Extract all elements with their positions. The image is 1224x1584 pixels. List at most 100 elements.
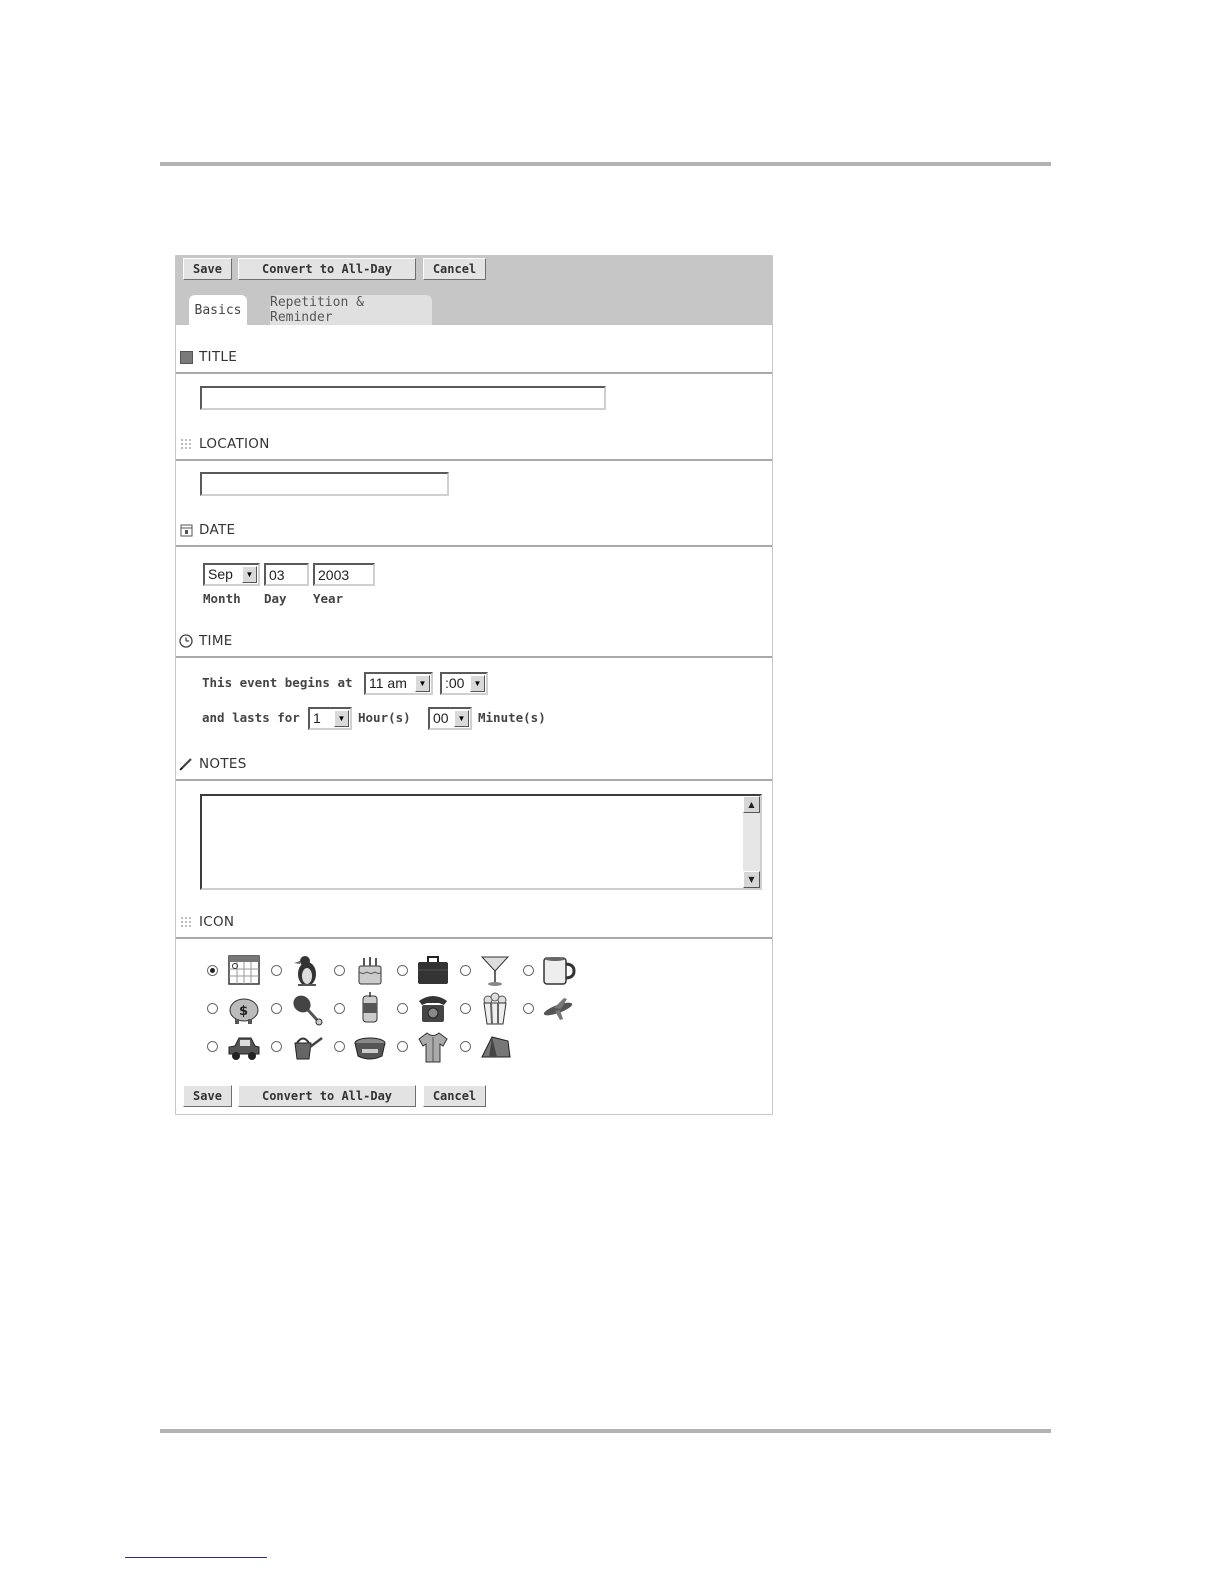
svg-text:$: $ [239,1004,248,1019]
begin-hour-select[interactable]: 11 am ▼ [364,672,433,695]
drumstick-icon [293,995,323,1026]
icon-radio-piggy-bank[interactable] [207,1003,218,1014]
shirt-icon [418,1032,448,1063]
icon-radio-cake[interactable] [334,965,345,976]
coffee-mug-icon [543,957,576,985]
title-square-icon [179,350,193,364]
icon-radio-car[interactable] [207,1041,218,1052]
airplane-icon [543,998,573,1020]
location-input[interactable] [200,472,449,496]
notes-heading-text: NOTES [199,756,247,772]
duration-hours-value: 1 [313,710,321,726]
page-top-rule [160,162,1051,166]
penguin-icon [294,956,316,986]
soda-can-icon [362,992,378,1023]
icon-radio-drumstick[interactable] [271,1003,282,1014]
year-input[interactable] [313,563,375,586]
icon-radio-mug[interactable] [523,965,534,976]
icon-radio-calendar[interactable] [207,965,218,976]
icon-radio-telephone[interactable] [397,1003,408,1014]
watering-can-icon [294,1037,323,1060]
toolbar: Save Convert to All-Day Cancel Basics Re… [176,256,772,325]
page-bottom-rule [160,1429,1051,1433]
footer-link-underline [125,1557,267,1558]
location-section-heading: LOCATION [179,433,270,455]
duration-hours-select[interactable]: 1 ▼ [308,707,352,730]
convert-to-all-day-button[interactable]: Convert to All-Day [238,258,416,280]
year-label: Year [313,591,344,606]
icon-heading-text: ICON [199,914,235,930]
telephone-icon [419,996,447,1022]
icon-radio-shirt[interactable] [397,1041,408,1052]
begins-at-label: This event begins at [202,675,353,690]
begin-hour-dropdown-arrow-icon[interactable]: ▼ [415,675,430,692]
duration-minutes-dropdown-arrow-icon[interactable]: ▼ [454,710,469,727]
location-heading-text: LOCATION [199,436,270,452]
bottom-convert-to-all-day-button[interactable]: Convert to All-Day [238,1085,416,1107]
pet-bowl-icon [354,1037,386,1060]
icon-section-heading: ICON [179,911,234,933]
duration-hours-dropdown-arrow-icon[interactable]: ▼ [334,710,349,727]
hours-label: Hour(s) [358,710,411,725]
duration-minutes-value: 00 [433,710,449,726]
car-icon [228,1037,260,1060]
martini-icon [480,956,510,986]
notes-textarea[interactable]: ▲ ▼ [200,794,762,890]
tab-repetition-reminder[interactable]: Repetition & Reminder [270,295,432,325]
date-section-heading: DATE [179,519,235,541]
cancel-button[interactable]: Cancel [423,258,486,280]
popcorn-icon [483,992,507,1025]
title-divider [176,372,772,374]
title-input[interactable] [200,386,606,410]
clock-icon [179,634,193,648]
piggy-bank-icon: $ [229,998,259,1024]
date-divider [176,545,772,547]
bottom-save-button[interactable]: Save [183,1085,232,1107]
icon-divider [176,937,772,939]
icon-radio-penguin[interactable] [271,965,282,976]
lasts-for-label: and lasts for [202,710,300,725]
icon-radio-pet-bowl[interactable] [334,1041,345,1052]
save-button[interactable]: Save [183,258,232,280]
day-input[interactable] [264,563,309,586]
begin-minute-dropdown-arrow-icon[interactable]: ▼ [470,675,485,692]
icon-radio-popcorn[interactable] [460,1003,471,1014]
title-section-heading: TITLE [179,346,237,368]
location-grip-icon [179,437,193,451]
date-calendar-icon [179,523,193,537]
day-label: Day [264,591,287,606]
icon-radio-martini[interactable] [460,965,471,976]
calendar-icon [228,955,260,985]
notes-section-heading: NOTES [179,753,247,775]
notes-divider [176,779,772,781]
time-section-heading: TIME [179,630,233,652]
duration-minutes-select[interactable]: 00 ▼ [428,707,472,730]
icon-radio-airplane[interactable] [523,1003,534,1014]
birthday-cake-icon [358,957,382,985]
event-editor: Save Convert to All-Day Cancel Basics Re… [175,255,773,1115]
month-label: Month [203,591,241,606]
tent-icon [481,1036,511,1058]
pencil-icon [179,757,193,771]
icon-radio-soda-can[interactable] [334,1003,345,1014]
scroll-down-arrow-icon[interactable]: ▼ [743,871,760,888]
icon-radio-briefcase[interactable] [397,965,408,976]
icon-grip-icon [179,915,193,929]
begin-minute-select[interactable]: :00 ▼ [440,672,488,695]
location-divider [176,459,772,461]
icon-radio-watering-can[interactable] [271,1041,282,1052]
date-heading-text: DATE [199,522,236,538]
minutes-label: Minute(s) [478,710,546,725]
bottom-cancel-button[interactable]: Cancel [423,1085,486,1107]
month-value: Sep [208,566,233,582]
scroll-up-arrow-icon[interactable]: ▲ [743,796,760,813]
begin-minute-value: :00 [445,675,465,691]
briefcase-icon [418,956,448,984]
icon-radio-tent[interactable] [460,1041,471,1052]
month-dropdown-arrow-icon[interactable]: ▼ [242,566,257,583]
month-select[interactable]: Sep ▼ [203,563,260,586]
tab-basics[interactable]: Basics [189,295,247,325]
title-heading-text: TITLE [199,349,238,365]
time-divider [176,656,772,658]
notes-scrollbar[interactable]: ▲ ▼ [743,796,760,888]
